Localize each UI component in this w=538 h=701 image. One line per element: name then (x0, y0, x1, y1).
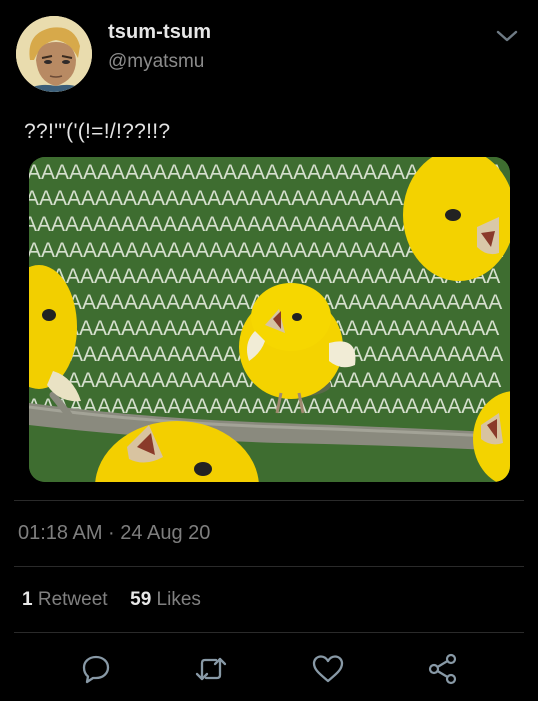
avatar[interactable] (16, 16, 92, 92)
like-icon (312, 655, 344, 683)
tweet-timestamp[interactable]: 01:18 AM · 24 Aug 20 (18, 522, 210, 545)
divider (14, 500, 524, 501)
reply-button[interactable] (79, 652, 113, 686)
like-button[interactable] (311, 652, 345, 686)
like-label[interactable]: Likes (157, 589, 201, 610)
tweet-stats: 1 Retweet 59 Likes (22, 589, 201, 611)
reply-icon (82, 655, 110, 684)
retweet-icon (195, 657, 227, 681)
retweet-button[interactable] (194, 652, 228, 686)
like-count[interactable]: 59 (130, 589, 151, 610)
bird-meme-image: AAAAAAAAAAAAAAAAAAAAAAAAAAAAAAAAAA AAAAA… (29, 157, 510, 482)
divider (14, 632, 524, 633)
display-name[interactable]: tsum-tsum (108, 21, 211, 44)
avatar-image (16, 16, 92, 92)
share-icon (428, 653, 457, 685)
user-handle[interactable]: @myatsmu (108, 51, 204, 73)
tweet-text: ??!'"('(!=!/!??!!? (24, 120, 171, 143)
retweet-count[interactable]: 1 (22, 589, 33, 610)
share-button[interactable] (426, 652, 460, 686)
chevron-down-icon[interactable] (494, 26, 520, 46)
divider (14, 566, 524, 567)
tweet-header: tsum-tsum @myatsmu (0, 0, 538, 100)
tweet-media[interactable]: AAAAAAAAAAAAAAAAAAAAAAAAAAAAAAAAAA AAAAA… (29, 157, 510, 482)
retweet-label[interactable]: Retweet (38, 589, 108, 610)
